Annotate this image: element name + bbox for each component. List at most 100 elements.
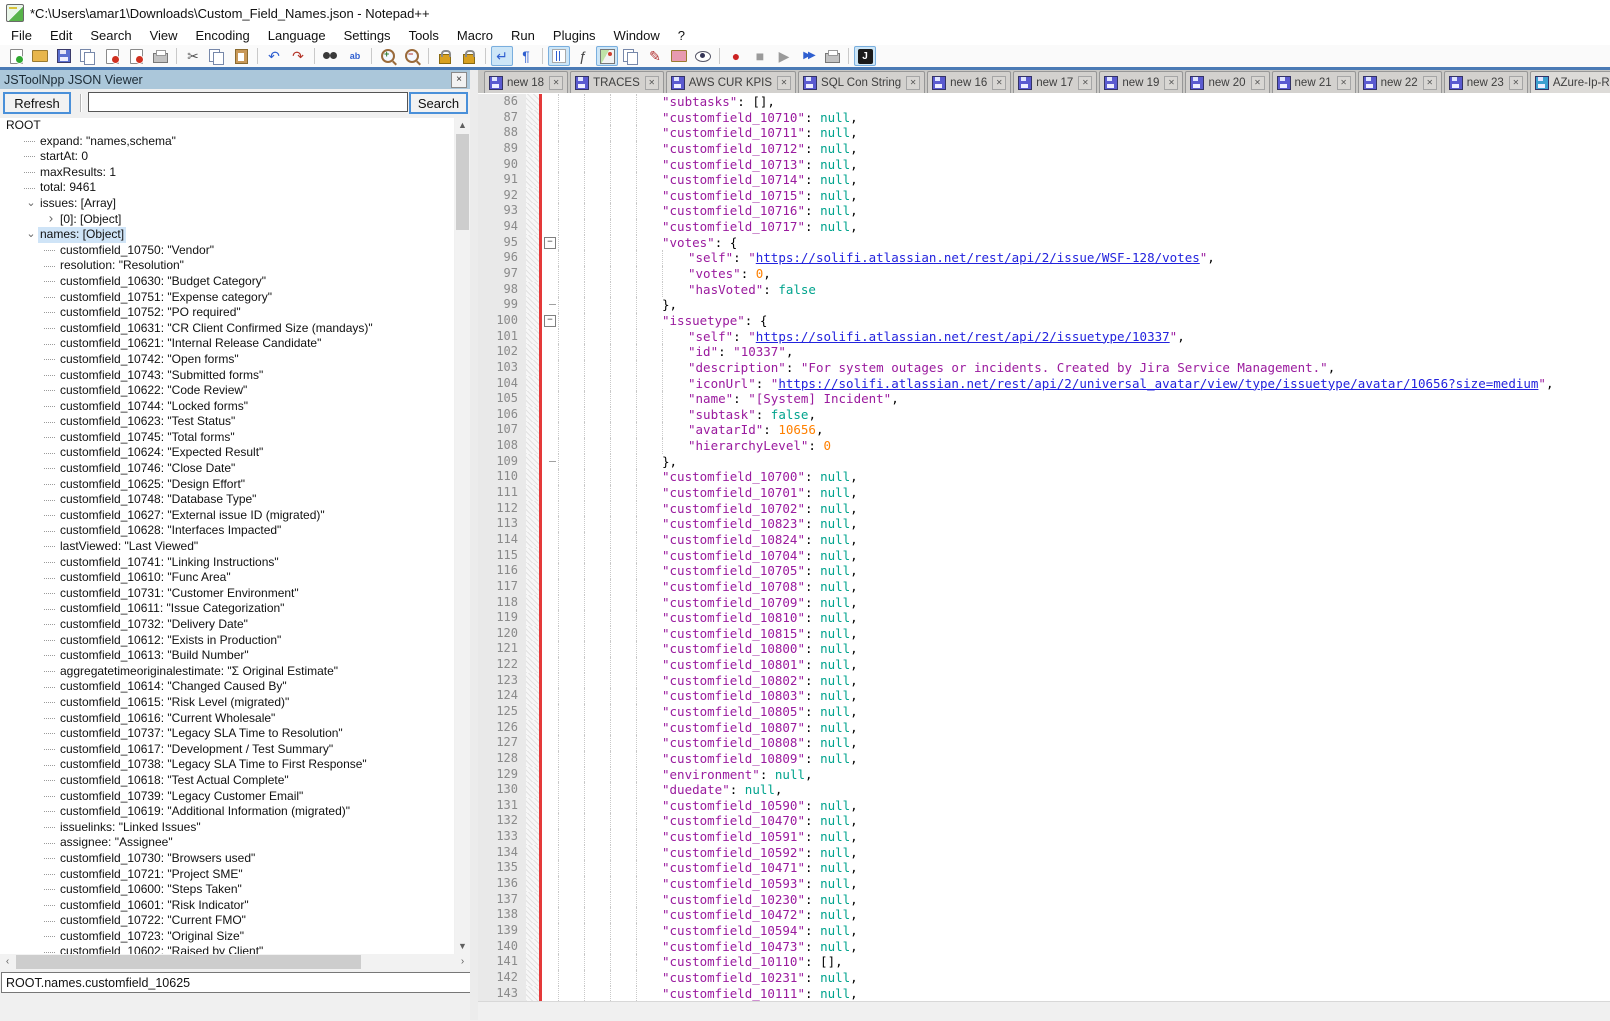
- code-line[interactable]: 121 "customfield_10800": null,: [478, 641, 1610, 658]
- code-line[interactable]: 108 "hierarchyLevel": 0: [478, 438, 1610, 454]
- code-line[interactable]: 119 "customfield_10810": null,: [478, 610, 1610, 626]
- menu-search[interactable]: Search: [81, 26, 140, 45]
- code-line[interactable]: 97 "votes": 0,: [478, 266, 1610, 282]
- menu-settings[interactable]: Settings: [335, 26, 400, 45]
- menu-edit[interactable]: Edit: [41, 26, 81, 45]
- code-line[interactable]: 92 "customfield_10715": null,: [478, 187, 1610, 204]
- code-line[interactable]: 139 "customfield_10594": null,: [478, 922, 1610, 939]
- code-line[interactable]: 100− "issuetype": {: [478, 312, 1610, 329]
- tree-item[interactable]: customfield_10722: "Current FMO": [0, 913, 454, 929]
- fold-collapse-icon[interactable]: −: [544, 236, 556, 249]
- toolbar-sync-horizontal-icon[interactable]: [458, 46, 480, 66]
- tab-new-23[interactable]: new 23 ✕: [1443, 71, 1528, 93]
- tab-close-icon[interactable]: ✕: [992, 75, 1007, 90]
- code-line[interactable]: 129 "environment": null,: [478, 766, 1610, 783]
- refresh-button[interactable]: Refresh: [3, 92, 71, 114]
- tree-item[interactable]: customfield_10630: "Budget Category": [0, 274, 454, 290]
- tree-item[interactable]: ⌄ issues: [Array]: [0, 196, 454, 212]
- tree-item[interactable]: customfield_10730: "Browsers used": [0, 851, 454, 867]
- tab-azure-ip-ranges-json[interactable]: AZure-Ip-Ranges.json✕: [1529, 71, 1610, 93]
- code-line[interactable]: 112 "customfield_10702": null,: [478, 500, 1610, 517]
- chevron-down-icon[interactable]: ⌄: [24, 227, 38, 243]
- tab-new-18[interactable]: new 18 ✕: [484, 71, 569, 93]
- toolbar-macro-record-icon[interactable]: ●: [725, 46, 747, 66]
- code-line[interactable]: 113 "customfield_10823": null,: [478, 516, 1610, 532]
- toolbar-zoom-out-icon[interactable]: −: [401, 46, 423, 66]
- code-line[interactable]: 91 "customfield_10714": null,: [478, 172, 1610, 188]
- code-line[interactable]: 99},: [478, 297, 1610, 313]
- tree-item[interactable]: ⌄ names: [Object]: [0, 227, 454, 243]
- tab-new-17[interactable]: new 17 ✕: [1013, 71, 1098, 93]
- code-line[interactable]: 105 "name": "[System] Incident",: [478, 391, 1610, 407]
- toolbar-close-all-icon[interactable]: [125, 46, 147, 66]
- chevron-down-icon[interactable]: ⌄: [24, 196, 38, 212]
- toolbar-view-document-icon[interactable]: [692, 46, 714, 66]
- toolbar-macro-run-multiple-icon[interactable]: ▶▶: [797, 46, 819, 66]
- toolbar-jstool-icon[interactable]: J: [854, 46, 876, 66]
- tree-item[interactable]: customfield_10618: "Test Actual Complete…: [0, 773, 454, 789]
- code-line[interactable]: 93 "customfield_10716": null,: [478, 203, 1610, 220]
- tree-item[interactable]: expand: "names,schema": [0, 134, 454, 150]
- toolbar-redo-icon[interactable]: ↷: [287, 46, 309, 66]
- menu-run[interactable]: Run: [502, 26, 544, 45]
- tree-item[interactable]: customfield_10739: "Legacy Customer Emai…: [0, 789, 454, 805]
- tree-item[interactable]: customfield_10752: "PO required": [0, 305, 454, 321]
- chevron-right-icon[interactable]: ›: [43, 210, 60, 229]
- scroll-down-icon[interactable]: ▼: [455, 939, 470, 954]
- toolbar-save-all-icon[interactable]: [77, 46, 99, 66]
- code-line[interactable]: 101 "self": "https://solifi.atlassian.net…: [478, 328, 1610, 345]
- tree-item[interactable]: customfield_10741: "Linking Instructions…: [0, 555, 454, 571]
- code-line[interactable]: 126 "customfield_10807": null,: [478, 719, 1610, 736]
- tab-new-16[interactable]: new 16 ✕: [927, 71, 1012, 93]
- tab-new-19[interactable]: new 19 ✕: [1099, 71, 1184, 93]
- code-line[interactable]: 136 "customfield_10593": null,: [478, 876, 1610, 892]
- tree-item[interactable]: startAt: 0: [0, 149, 454, 165]
- toolbar-sync-vertical-icon[interactable]: [434, 46, 456, 66]
- fold-collapse-icon[interactable]: −: [544, 314, 556, 327]
- tree-item[interactable]: customfield_10731: "Customer Environment…: [0, 586, 454, 602]
- code-line[interactable]: 137 "customfield_10230": null,: [478, 891, 1610, 908]
- code-line[interactable]: 89 "customfield_10712": null,: [478, 140, 1610, 157]
- code-line[interactable]: 117 "customfield_10708": null,: [478, 578, 1610, 595]
- toolbar-cut-icon[interactable]: ✂: [182, 46, 204, 66]
- menu-view[interactable]: View: [141, 26, 187, 45]
- code-line[interactable]: 106 "subtask": false,: [478, 406, 1610, 423]
- menu-help[interactable]: ?: [669, 26, 694, 45]
- tree-item[interactable]: customfield_10743: "Submitted forms": [0, 368, 454, 384]
- code-line[interactable]: 128 "customfield_10809": null,: [478, 750, 1610, 767]
- code-line[interactable]: 87 "customfield_10710": null,: [478, 109, 1610, 126]
- tab-traces[interactable]: TRACES ✕: [570, 71, 664, 93]
- code-line[interactable]: 95− "votes": {: [478, 234, 1610, 251]
- tree-item[interactable]: customfield_10738: "Legacy SLA Time to F…: [0, 757, 454, 773]
- tree-item[interactable]: customfield_10619: "Additional Informati…: [0, 804, 454, 820]
- toolbar-folder-as-workspace-icon[interactable]: [668, 46, 690, 66]
- toolbar-zoom-in-icon[interactable]: +: [377, 46, 399, 66]
- code-line[interactable]: 130 "duedate": null,: [478, 782, 1610, 798]
- code-line[interactable]: 90 "customfield_10713": null,: [478, 156, 1610, 173]
- tab-close-icon[interactable]: ✕: [777, 75, 792, 90]
- toolbar-indent-guide-icon[interactable]: [548, 46, 570, 66]
- tree-item[interactable]: customfield_10745: "Total forms": [0, 430, 454, 446]
- tree-vertical-scrollbar[interactable]: ▲ ▼: [455, 118, 470, 954]
- tab-close-icon[interactable]: ✕: [906, 75, 921, 90]
- tree-item[interactable]: customfield_10625: "Design Effort": [0, 477, 454, 493]
- code-line[interactable]: 94 "customfield_10717": null,: [478, 219, 1610, 235]
- code-line[interactable]: 140 "customfield_10473": null,: [478, 938, 1610, 955]
- json-tree[interactable]: ROOT expand: "names,schema" startAt: 0 maxR…: [0, 118, 454, 954]
- tree-item[interactable]: customfield_10601: "Risk Indicator": [0, 898, 454, 914]
- url-link[interactable]: https://solifi.atlassian.net/rest/api/2/…: [778, 376, 1538, 391]
- scroll-up-icon[interactable]: ▲: [455, 118, 470, 133]
- code-line[interactable]: 115 "customfield_10704": null,: [478, 547, 1610, 564]
- tree-item[interactable]: total: 9461: [0, 180, 454, 196]
- toolbar-edit-popup-icon[interactable]: ✎: [644, 46, 666, 66]
- tree-item[interactable]: issuelinks: "Linked Issues": [0, 820, 454, 836]
- tree-item[interactable]: customfield_10742: "Open forms": [0, 352, 454, 368]
- tree-item[interactable]: customfield_10737: "Legacy SLA Time to R…: [0, 726, 454, 742]
- scrollbar-thumb[interactable]: [456, 134, 469, 230]
- menu-plugins[interactable]: Plugins: [544, 26, 605, 45]
- tree-item[interactable]: › [0]: [Object]: [0, 210, 454, 229]
- tree-item[interactable]: customfield_10613: "Build Number": [0, 648, 454, 664]
- toolbar-close-icon[interactable]: [101, 46, 123, 66]
- scroll-right-icon[interactable]: ›: [455, 954, 470, 970]
- code-line[interactable]: 120 "customfield_10815": null,: [478, 625, 1610, 642]
